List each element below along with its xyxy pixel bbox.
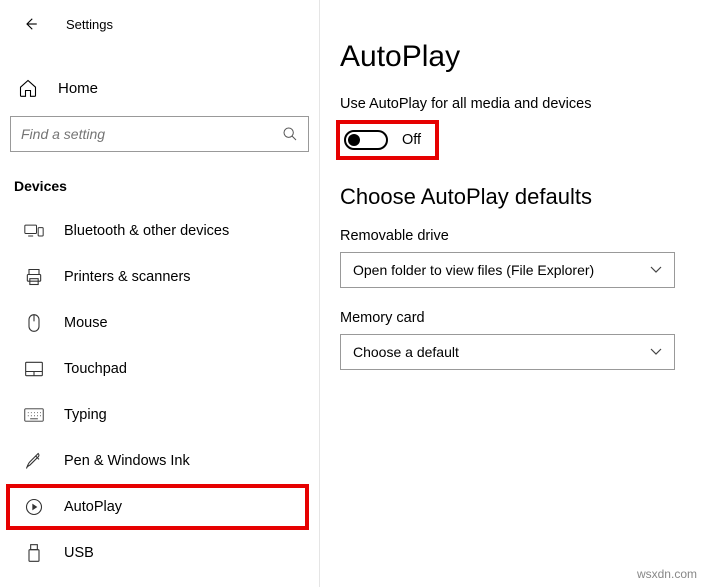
page-title: AutoPlay [340, 40, 689, 74]
dropdown-value: Choose a default [353, 344, 459, 360]
sidebar-item-usb[interactable]: USB [10, 530, 309, 576]
removable-drive-label: Removable drive [340, 228, 689, 244]
pen-icon [24, 451, 44, 471]
sidebar-item-label: AutoPlay [64, 499, 122, 515]
usb-icon [24, 543, 44, 563]
removable-drive-dropdown[interactable]: Open folder to view files (File Explorer… [340, 252, 675, 288]
search-box[interactable] [10, 116, 309, 152]
sidebar: Settings Home Devices Bluetooth & other … [0, 0, 320, 587]
mouse-icon [24, 313, 44, 333]
home-label: Home [58, 80, 98, 97]
sidebar-item-typing[interactable]: Typing [10, 392, 309, 438]
sidebar-item-mouse[interactable]: Mouse [10, 300, 309, 346]
main-content: AutoPlay Use AutoPlay for all media and … [320, 0, 705, 587]
home-nav[interactable]: Home [10, 64, 309, 108]
sidebar-item-label: Typing [64, 407, 107, 423]
sidebar-item-label: Bluetooth & other devices [64, 223, 229, 239]
toggle-knob [348, 134, 360, 146]
autoplay-toggle[interactable] [344, 130, 388, 150]
autoplay-icon [24, 497, 44, 517]
watermark: wsxdn.com [637, 567, 697, 581]
devices-icon [24, 221, 44, 241]
chevron-down-icon [650, 266, 662, 274]
sidebar-item-label: Mouse [64, 315, 108, 331]
window-title: Settings [66, 17, 113, 32]
dropdown-value: Open folder to view files (File Explorer… [353, 262, 594, 278]
sidebar-item-touchpad[interactable]: Touchpad [10, 346, 309, 392]
toggle-state-label: Off [402, 132, 421, 148]
section-header: Devices [10, 172, 309, 208]
titlebar: Settings [10, 8, 309, 40]
memory-card-dropdown[interactable]: Choose a default [340, 334, 675, 370]
sidebar-item-pen[interactable]: Pen & Windows Ink [10, 438, 309, 484]
touchpad-icon [24, 359, 44, 379]
defaults-header: Choose AutoPlay defaults [340, 184, 689, 210]
back-button[interactable] [18, 12, 42, 36]
sidebar-item-autoplay[interactable]: AutoPlay [6, 484, 309, 530]
sidebar-item-label: USB [64, 545, 94, 561]
keyboard-icon [24, 405, 44, 425]
home-icon [18, 78, 38, 98]
toggle-description: Use AutoPlay for all media and devices [340, 96, 689, 112]
sidebar-item-printers[interactable]: Printers & scanners [10, 254, 309, 300]
sidebar-item-label: Pen & Windows Ink [64, 453, 190, 469]
printer-icon [24, 267, 44, 287]
autoplay-toggle-region: Off [336, 120, 439, 160]
chevron-down-icon [650, 348, 662, 356]
memory-card-label: Memory card [340, 310, 689, 326]
sidebar-item-label: Printers & scanners [64, 269, 191, 285]
search-input[interactable] [21, 126, 282, 142]
sidebar-item-label: Touchpad [64, 361, 127, 377]
search-icon [282, 126, 298, 142]
sidebar-item-bluetooth[interactable]: Bluetooth & other devices [10, 208, 309, 254]
arrow-left-icon [21, 15, 39, 33]
